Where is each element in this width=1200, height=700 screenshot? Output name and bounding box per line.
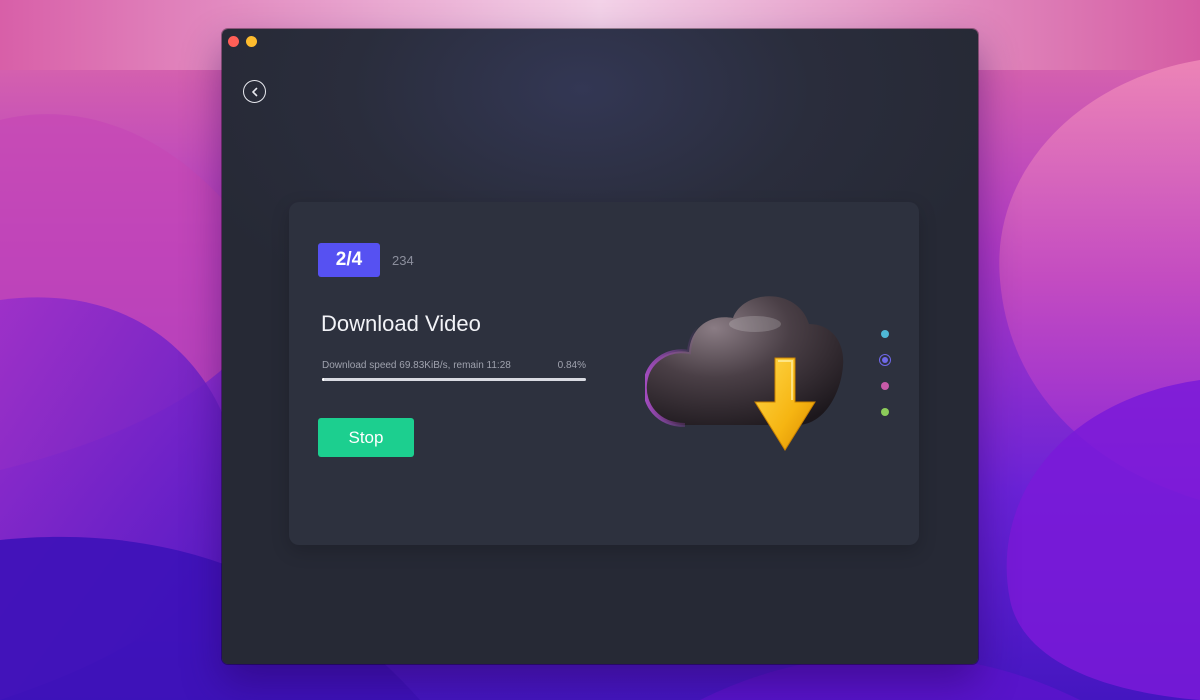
carousel-dot <box>882 357 888 363</box>
app-window: 2/4 234 Download Video Download speed 69… <box>222 29 978 664</box>
progress-bar <box>322 378 586 381</box>
carousel-dot[interactable] <box>881 408 889 416</box>
back-button[interactable] <box>243 80 266 103</box>
progress-percent: 0.84% <box>557 360 586 371</box>
stop-button[interactable]: Stop <box>318 418 414 457</box>
download-card: 2/4 234 Download Video Download speed 69… <box>289 202 919 545</box>
progress-bar-fill <box>322 378 325 381</box>
carousel-dot[interactable] <box>881 330 889 338</box>
desktop-wallpaper: 2/4 234 Download Video Download speed 69… <box>0 0 1200 700</box>
close-window-button[interactable] <box>228 36 239 47</box>
step-badge: 2/4 <box>318 243 380 277</box>
step-indicator: 2/4 234 <box>318 243 414 277</box>
download-progress: Download speed 69.83KiB/s, remain 11:28 … <box>322 360 586 381</box>
step-number: 234 <box>392 252 414 268</box>
window-controls <box>228 36 257 47</box>
page-title: Download Video <box>321 311 481 336</box>
cloud-download-icon <box>645 296 844 451</box>
minimize-window-button[interactable] <box>246 36 257 47</box>
progress-status-text: Download speed 69.83KiB/s, remain 11:28 <box>322 360 511 371</box>
carousel-dot[interactable] <box>881 382 889 390</box>
chevron-left-icon <box>251 87 257 96</box>
cloud-shape <box>645 296 844 427</box>
